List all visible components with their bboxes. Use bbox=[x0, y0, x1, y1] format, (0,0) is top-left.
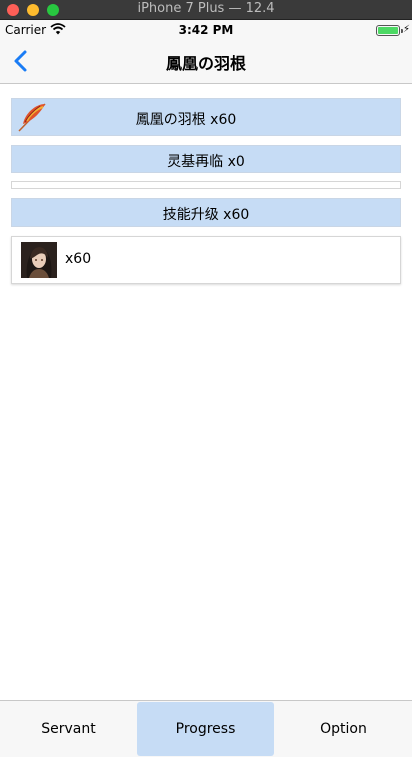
simulator-titlebar: iPhone 7 Plus — 12.4 bbox=[0, 0, 412, 20]
servant-avatar bbox=[21, 242, 57, 278]
tab-bar: Servant Progress Option bbox=[0, 700, 412, 757]
page-title: 鳳凰の羽根 bbox=[165, 54, 246, 73]
status-bar: Carrier 3:42 PM ⚡ bbox=[0, 20, 412, 40]
empty-row bbox=[11, 181, 401, 189]
charging-icon: ⚡ bbox=[402, 24, 410, 35]
navigation-bar: 鳳凰の羽根 bbox=[0, 40, 412, 84]
item-row[interactable]: 鳳凰の羽根 x60 bbox=[11, 98, 401, 136]
window-title: iPhone 7 Plus — 12.4 bbox=[137, 1, 275, 16]
tab-option[interactable]: Option bbox=[275, 702, 412, 756]
ascension-row[interactable]: 灵基再临 x0 bbox=[11, 145, 401, 173]
skill-row[interactable]: 技能升级 x60 bbox=[11, 198, 401, 227]
tab-servant[interactable]: Servant bbox=[0, 702, 137, 756]
servant-count: x60 bbox=[65, 251, 92, 267]
tab-progress[interactable]: Progress bbox=[137, 702, 274, 756]
ascension-summary: 灵基再临 x0 bbox=[167, 154, 245, 170]
item-summary: 鳳凰の羽根 x60 bbox=[135, 112, 237, 128]
battery-icon bbox=[376, 25, 403, 36]
servant-row[interactable]: x60 bbox=[11, 236, 401, 284]
skill-summary: 技能升级 x60 bbox=[162, 207, 250, 223]
status-time: 3:42 PM bbox=[178, 23, 234, 37]
